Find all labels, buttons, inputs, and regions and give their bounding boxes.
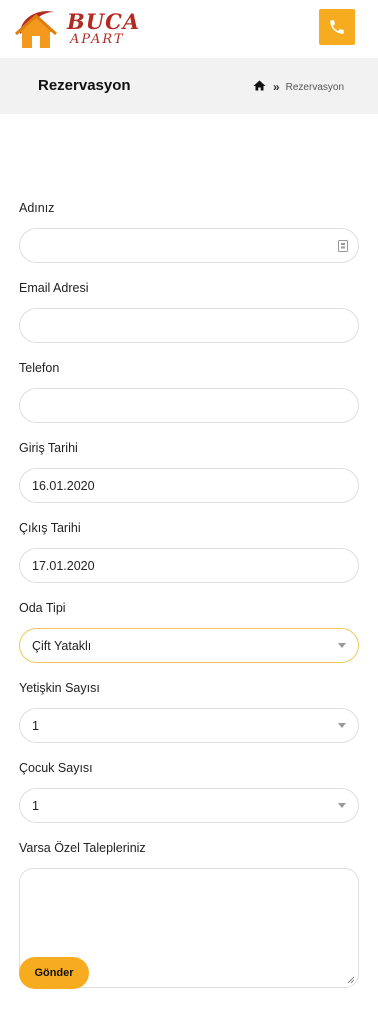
email-label: Email Adresi: [19, 281, 89, 295]
double-chevron-right-icon: »: [272, 80, 280, 94]
checkout-label: Çıkış Tarihi: [19, 521, 81, 535]
checkin-group: Giriş Tarihi 16.01.2020: [19, 440, 359, 503]
checkout-date-field[interactable]: 17.01.2020: [19, 548, 359, 583]
page-title: Rezervasyon: [38, 77, 131, 94]
room-type-group: Oda Tipi Çift Yataklı: [19, 600, 359, 663]
phone-icon: [330, 20, 344, 34]
requests-label: Varsa Özel Talepleriniz: [19, 841, 146, 855]
email-field[interactable]: [19, 308, 359, 343]
checkin-date-field[interactable]: 16.01.2020: [19, 468, 359, 503]
adults-select[interactable]: 1: [19, 708, 359, 743]
top-bar: BUCA APART: [0, 0, 378, 58]
chevron-down-icon: [338, 643, 346, 648]
checkout-value: 17.01.2020: [32, 558, 95, 573]
checkin-label: Giriş Tarihi: [19, 441, 78, 455]
name-field[interactable]: [19, 228, 359, 263]
phone-field[interactable]: [19, 388, 359, 423]
page-header-band: Rezervasyon » Rezervasyon: [0, 58, 378, 114]
logo-text-primary: BUCA: [67, 9, 141, 34]
site-logo[interactable]: BUCA APART: [14, 6, 139, 52]
name-group: Adınız: [19, 200, 359, 263]
children-label: Çocuk Sayısı: [19, 761, 93, 775]
adults-label: Yetişkin Sayısı: [19, 681, 100, 695]
resize-handle-icon[interactable]: [347, 976, 355, 984]
chevron-down-icon: [338, 803, 346, 808]
submit-button[interactable]: Gönder: [19, 957, 89, 989]
room-type-select[interactable]: Çift Yataklı: [19, 628, 359, 663]
checkin-value: 16.01.2020: [32, 478, 95, 493]
phone-label: Telefon: [19, 361, 60, 375]
autofill-icon[interactable]: [338, 240, 348, 252]
home-icon[interactable]: [253, 80, 266, 94]
reservation-form: Adınız Email Adresi Telefon Giriş Tarihi…: [19, 200, 359, 1005]
checkout-group: Çıkış Tarihi 17.01.2020: [19, 520, 359, 583]
children-group: Çocuk Sayısı 1: [19, 760, 359, 823]
logo-text-secondary: APART: [70, 32, 125, 47]
children-select[interactable]: 1: [19, 788, 359, 823]
children-value: 1: [32, 798, 39, 813]
name-label: Adınız: [19, 201, 55, 215]
email-group: Email Adresi: [19, 280, 359, 343]
chevron-down-icon: [338, 723, 346, 728]
adults-value: 1: [32, 718, 39, 733]
room-type-label: Oda Tipi: [19, 601, 66, 615]
breadcrumb: » Rezervasyon: [253, 80, 344, 94]
phone-group: Telefon: [19, 360, 359, 423]
room-type-value: Çift Yataklı: [32, 638, 92, 653]
breadcrumb-current: Rezervasyon: [285, 81, 344, 93]
adults-group: Yetişkin Sayısı 1: [19, 680, 359, 743]
call-button[interactable]: [319, 9, 355, 45]
logo-house-icon: [14, 11, 58, 48]
